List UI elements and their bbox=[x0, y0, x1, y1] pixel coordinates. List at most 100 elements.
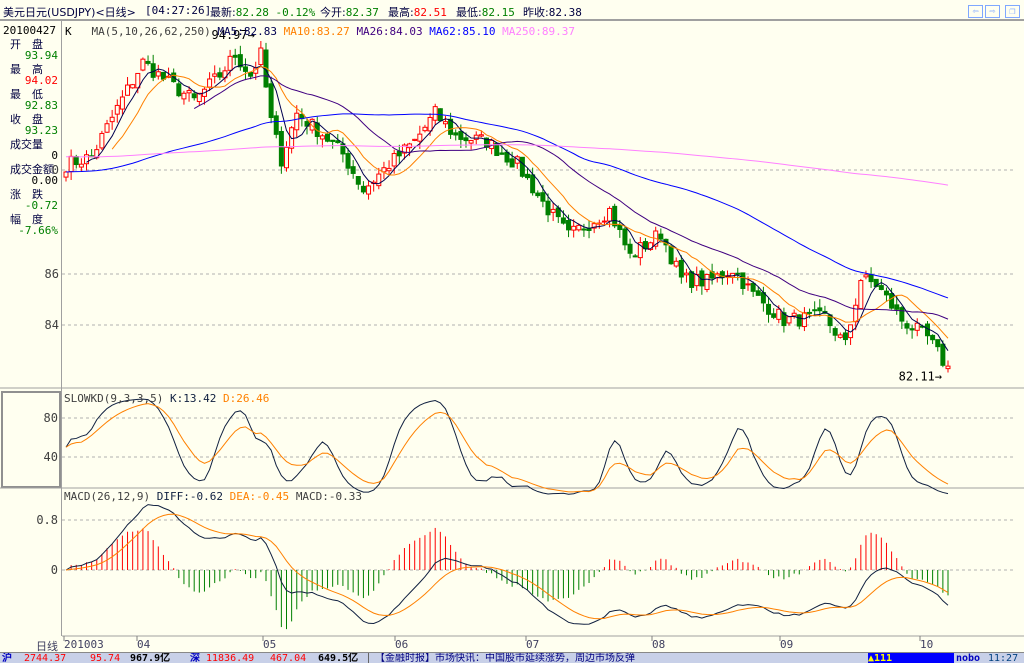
candle-up bbox=[607, 207, 613, 222]
kd-tick-label: 40 bbox=[44, 450, 58, 464]
ma62-line bbox=[65, 113, 949, 299]
candle-down bbox=[678, 259, 684, 278]
candle-up bbox=[468, 140, 474, 144]
candle-down bbox=[540, 192, 546, 202]
candle-down bbox=[278, 130, 284, 167]
candle-down bbox=[894, 304, 900, 310]
candle-down bbox=[232, 54, 238, 58]
macd-legend: MACD(26,12,9) DIFF:-0.62 DEA:-0.45 MACD:… bbox=[64, 490, 362, 503]
sh-amount: 967.9亿 bbox=[130, 653, 171, 663]
month-tick-label: 04 bbox=[137, 638, 151, 651]
ma62-value: MA62:85.10 bbox=[429, 25, 496, 38]
candle-up bbox=[63, 171, 69, 178]
candle-down bbox=[766, 303, 772, 315]
candle-down bbox=[842, 332, 848, 341]
candle-down bbox=[345, 153, 351, 169]
candle-up bbox=[130, 84, 136, 89]
candle-up bbox=[284, 146, 289, 169]
candle-up bbox=[181, 92, 187, 100]
candle-up bbox=[417, 133, 423, 142]
status-bar: 沪 2744.37 95.74 967.9亿 深 11836.49 467.04… bbox=[0, 652, 1024, 663]
candle-down bbox=[909, 328, 915, 331]
macd-value: MACD:-0.33 bbox=[295, 490, 363, 503]
brand-label: nobo bbox=[956, 653, 981, 663]
candle-down bbox=[622, 228, 628, 246]
macd-name: MACD(26,12,9) bbox=[64, 490, 151, 503]
candle-up bbox=[114, 104, 120, 115]
candle-up bbox=[84, 154, 90, 165]
candle-up bbox=[99, 132, 105, 149]
candle-up bbox=[473, 134, 479, 140]
candle-up bbox=[125, 84, 131, 96]
kd-d-value: D:26.46 bbox=[222, 392, 270, 405]
candle-up bbox=[104, 123, 110, 133]
candle-down bbox=[632, 255, 638, 258]
candle-up bbox=[78, 163, 84, 168]
candle-down bbox=[796, 314, 802, 327]
candle-down bbox=[242, 66, 248, 72]
candle-down bbox=[463, 137, 469, 142]
month-tick-label: 09 bbox=[780, 638, 794, 651]
candle-up bbox=[412, 138, 418, 141]
candle-up bbox=[478, 134, 484, 137]
low-price-marker: 82.11→ bbox=[899, 369, 942, 383]
month-tick-label: 06 bbox=[395, 638, 409, 651]
sz-index: 11836.49 bbox=[206, 653, 255, 663]
candle-up bbox=[601, 220, 607, 223]
candle-down bbox=[504, 151, 510, 163]
k-label: K bbox=[65, 25, 72, 38]
candle-up bbox=[258, 47, 264, 66]
candle-down bbox=[878, 285, 884, 290]
candle-up bbox=[786, 316, 792, 324]
candle-down bbox=[273, 115, 279, 135]
price-tick-label: 86 bbox=[45, 267, 59, 281]
candle-down bbox=[658, 233, 664, 240]
candle-up bbox=[432, 106, 438, 121]
candle-down bbox=[868, 274, 874, 283]
sh-index: 2744.37 bbox=[24, 653, 67, 663]
ma26-value: MA26:84.03 bbox=[356, 25, 423, 38]
candle-up bbox=[319, 135, 325, 140]
candle-down bbox=[248, 71, 254, 77]
candle-up bbox=[550, 208, 556, 213]
candle-up bbox=[745, 283, 751, 286]
candle-down bbox=[176, 83, 182, 97]
candle-down bbox=[812, 309, 818, 312]
ma-legend: K MA(5,10,26,62,250) MA5:82.83 MA10:83.2… bbox=[65, 25, 575, 38]
kd-name: SLOWKD(9,3,3,5) bbox=[64, 392, 164, 405]
candle-down bbox=[145, 60, 151, 64]
candle-down bbox=[904, 323, 910, 329]
candle-down bbox=[771, 313, 777, 318]
candle-down bbox=[535, 192, 541, 197]
candle-down bbox=[499, 152, 505, 155]
candle-down bbox=[612, 205, 618, 227]
price-tick-label: 84 bbox=[45, 318, 59, 332]
candle-down bbox=[525, 173, 531, 179]
candle-down bbox=[519, 156, 525, 177]
macd-dea-line bbox=[65, 513, 949, 620]
sz-change: 467.04 bbox=[270, 653, 307, 663]
candle-down bbox=[458, 130, 464, 140]
candle-down bbox=[740, 272, 746, 289]
macd-tick-label: 0.8 bbox=[36, 513, 58, 527]
candle-up bbox=[858, 280, 864, 310]
candle-up bbox=[155, 71, 161, 77]
price-chart: 8684080400.8094.97→82.11→ bbox=[0, 28, 1024, 641]
sh-change: 95.74 bbox=[90, 653, 121, 663]
candle-down bbox=[325, 133, 331, 142]
macd-diff-value: DIFF:-0.62 bbox=[156, 490, 223, 503]
news-ticker[interactable]: 【金融时报】市场快讯：中国股市延续涨势，周边市场反弹 bbox=[368, 653, 635, 663]
kd-tick-label: 80 bbox=[44, 411, 58, 425]
kd-legend: SLOWKD(9,3,3,5) K:13.42 D:26.46 bbox=[64, 392, 269, 405]
candle-down bbox=[453, 132, 459, 136]
ma-params: MA(5,10,26,62,250) bbox=[91, 25, 211, 38]
candle-up bbox=[837, 334, 843, 338]
candle-down bbox=[191, 93, 197, 99]
candle-up bbox=[119, 96, 125, 110]
alert-indicator[interactable]: ▲111 bbox=[868, 653, 954, 663]
candle-up bbox=[673, 260, 679, 267]
candle-down bbox=[530, 174, 536, 194]
candle-up bbox=[366, 185, 372, 195]
candle-up bbox=[207, 78, 213, 88]
candle-down bbox=[566, 220, 572, 231]
